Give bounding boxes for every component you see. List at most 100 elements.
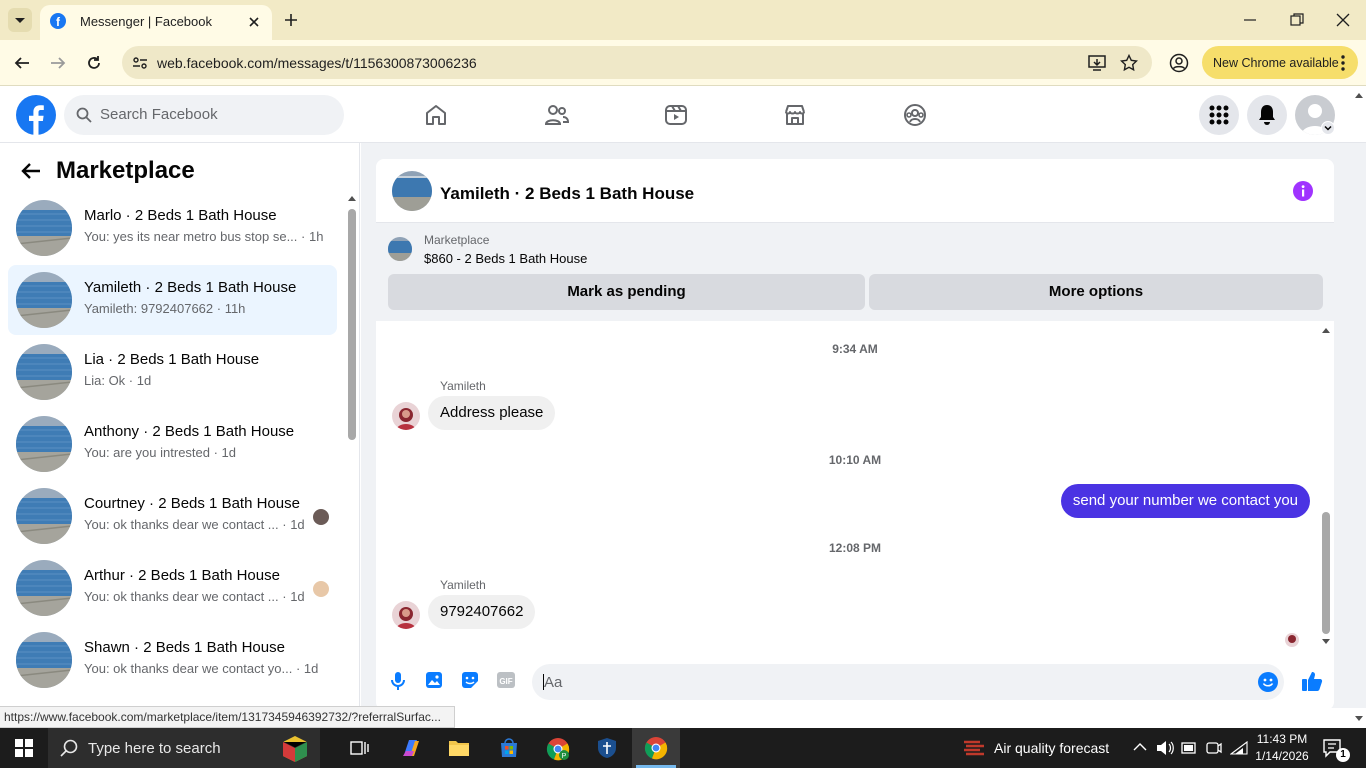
house-photo-icon bbox=[16, 272, 72, 328]
conversation-preview: You: ok thanks dear we contact ... · 1d bbox=[84, 517, 305, 532]
install-app-icon[interactable] bbox=[1088, 54, 1106, 72]
microsoft-store-icon[interactable] bbox=[498, 737, 520, 759]
url-text: web.facebook.com/messages/t/115630087300… bbox=[157, 55, 477, 71]
site-info-icon[interactable] bbox=[132, 55, 148, 71]
tab-search-button[interactable] bbox=[8, 8, 32, 32]
photo-icon[interactable] bbox=[425, 671, 443, 689]
chat-listing-thumbnail[interactable] bbox=[392, 171, 432, 211]
clock-time[interactable]: 11:43 PM bbox=[1254, 732, 1310, 746]
message-input[interactable]: Aa bbox=[532, 664, 1284, 700]
battery-icon[interactable] bbox=[1181, 741, 1197, 755]
friends-icon[interactable] bbox=[544, 103, 570, 127]
user-avatar-icon bbox=[1285, 633, 1299, 647]
taskbar-search[interactable]: Type here to search bbox=[48, 728, 320, 768]
new-tab-icon[interactable] bbox=[283, 12, 299, 28]
forward-arrow-icon[interactable] bbox=[49, 54, 67, 72]
conversation-item[interactable]: Arthur · 2 Beds 1 Bath House You: ok than… bbox=[8, 553, 337, 623]
more-options-button[interactable]: More options bbox=[869, 274, 1323, 310]
message-sender: Yamileth bbox=[440, 379, 486, 393]
house-photo-icon bbox=[16, 560, 72, 616]
microphone-icon[interactable] bbox=[389, 671, 407, 691]
tab-title: Messenger | Facebook bbox=[80, 14, 212, 29]
sticker-icon[interactable] bbox=[461, 671, 479, 689]
back-arrow-icon[interactable] bbox=[13, 54, 31, 72]
sender-avatar[interactable] bbox=[392, 402, 420, 430]
message-thread: 9:34 AM Yamileth Address please 10:10 AM… bbox=[376, 321, 1334, 651]
address-bar[interactable]: web.facebook.com/messages/t/115630087300… bbox=[122, 46, 1152, 79]
house-photo-icon bbox=[16, 488, 72, 544]
thread-scrollbar[interactable] bbox=[1321, 325, 1331, 647]
task-view-icon[interactable] bbox=[350, 739, 370, 757]
seen-receipt-avatar bbox=[1285, 633, 1299, 647]
conversation-item[interactable]: Anthony · 2 Beds 1 Bath House You: are yo… bbox=[8, 409, 337, 479]
account-menu-badge[interactable] bbox=[1321, 121, 1335, 135]
file-explorer-icon[interactable] bbox=[448, 738, 470, 758]
active-chrome-taskbar-item[interactable] bbox=[632, 728, 680, 768]
volume-icon[interactable] bbox=[1156, 740, 1174, 756]
clock-date[interactable]: 1/14/2026 bbox=[1254, 749, 1310, 763]
info-icon[interactable] bbox=[1293, 181, 1313, 201]
security-app-icon[interactable] bbox=[595, 736, 619, 760]
minimize-icon[interactable] bbox=[1243, 13, 1257, 27]
weather-air-icon[interactable] bbox=[962, 738, 986, 758]
home-icon[interactable] bbox=[424, 103, 448, 127]
weather-text[interactable]: Air quality forecast bbox=[994, 740, 1109, 756]
listing-thumbnail[interactable] bbox=[388, 237, 412, 261]
camera-icon[interactable] bbox=[1206, 740, 1222, 756]
marketplace-icon[interactable] bbox=[783, 103, 807, 127]
taskbar-search-placeholder: Type here to search bbox=[88, 740, 221, 757]
emoji-icon[interactable] bbox=[1258, 672, 1278, 692]
bookmark-star-icon[interactable] bbox=[1120, 54, 1138, 72]
back-arrow-icon[interactable] bbox=[20, 161, 42, 181]
sender-avatar[interactable] bbox=[392, 601, 420, 629]
new-chrome-available-button[interactable]: New Chrome available bbox=[1202, 46, 1358, 79]
chevron-up-icon[interactable] bbox=[1133, 742, 1147, 752]
wifi-icon[interactable] bbox=[1230, 740, 1248, 756]
listing-thumbnail bbox=[16, 272, 72, 328]
message-bubble-outgoing[interactable]: send your number we contact you bbox=[1060, 484, 1310, 518]
rubiks-cube-icon[interactable] bbox=[280, 734, 310, 764]
notifications-button[interactable] bbox=[1247, 95, 1287, 135]
windows-start-icon[interactable] bbox=[15, 739, 33, 757]
seen-receipt-avatar bbox=[313, 581, 329, 597]
reload-icon[interactable] bbox=[85, 54, 103, 72]
gif-icon[interactable]: GIF bbox=[497, 671, 515, 689]
browser-tab[interactable]: f Messenger | Facebook bbox=[40, 5, 272, 40]
chat-title[interactable]: Yamileth · 2 Beds 1 Bath House bbox=[440, 184, 694, 204]
groups-icon[interactable] bbox=[903, 103, 927, 127]
listing-title[interactable]: $860 - 2 Beds 1 Bath House bbox=[424, 251, 587, 266]
sidebar-scrollbar[interactable] bbox=[347, 193, 357, 708]
video-icon[interactable] bbox=[664, 103, 688, 127]
conversation-item[interactable]: Shawn · 2 Beds 1 Bath House You: ok thank… bbox=[8, 625, 337, 695]
conversation-item[interactable]: Yamileth · 2 Beds 1 Bath House Yamileth: … bbox=[8, 265, 337, 335]
conversation-preview: You: ok thanks dear we contact yo... · 1… bbox=[84, 661, 319, 676]
close-window-icon[interactable] bbox=[1336, 13, 1350, 27]
close-tab-icon[interactable] bbox=[246, 14, 262, 30]
conversation-preview: Yamileth: 9792407662 · 11h bbox=[84, 301, 246, 316]
profile-icon[interactable] bbox=[1169, 53, 1189, 73]
page-scrollbar[interactable] bbox=[1352, 87, 1366, 728]
thumbs-up-icon[interactable] bbox=[1301, 670, 1323, 692]
chat-header: Yamileth · 2 Beds 1 Bath House bbox=[376, 159, 1334, 223]
chevron-down-icon bbox=[15, 18, 25, 23]
restore-icon[interactable] bbox=[1290, 13, 1304, 27]
chrome-profile-icon[interactable]: P bbox=[546, 737, 570, 761]
listing-thumbnail bbox=[16, 344, 72, 400]
house-photo-icon bbox=[392, 171, 432, 211]
search-placeholder: Search Facebook bbox=[100, 106, 218, 123]
message-bubble[interactable]: Address please bbox=[428, 396, 556, 430]
menu-button[interactable] bbox=[1199, 95, 1239, 135]
scroll-up-icon bbox=[1355, 93, 1363, 98]
conversation-name: Shawn · 2 Beds 1 Bath House bbox=[84, 639, 285, 656]
scrollbar-thumb[interactable] bbox=[1322, 512, 1330, 634]
mark-as-pending-button[interactable]: Mark as pending bbox=[388, 274, 865, 310]
conversation-item[interactable]: Lia · 2 Beds 1 Bath House Lia: Ok · 1d bbox=[8, 337, 337, 407]
copilot-icon[interactable] bbox=[400, 737, 422, 759]
facebook-logo-icon[interactable] bbox=[16, 95, 56, 135]
conversation-item[interactable]: Marlo · 2 Beds 1 Bath House You: yes its … bbox=[8, 193, 337, 263]
scrollbar-thumb[interactable] bbox=[348, 209, 356, 440]
user-avatar-icon bbox=[392, 601, 420, 629]
conversation-item[interactable]: Courtney · 2 Beds 1 Bath House You: ok th… bbox=[8, 481, 337, 551]
message-bubble[interactable]: 9792407662 bbox=[428, 595, 536, 629]
facebook-search[interactable]: Search Facebook bbox=[64, 95, 344, 135]
